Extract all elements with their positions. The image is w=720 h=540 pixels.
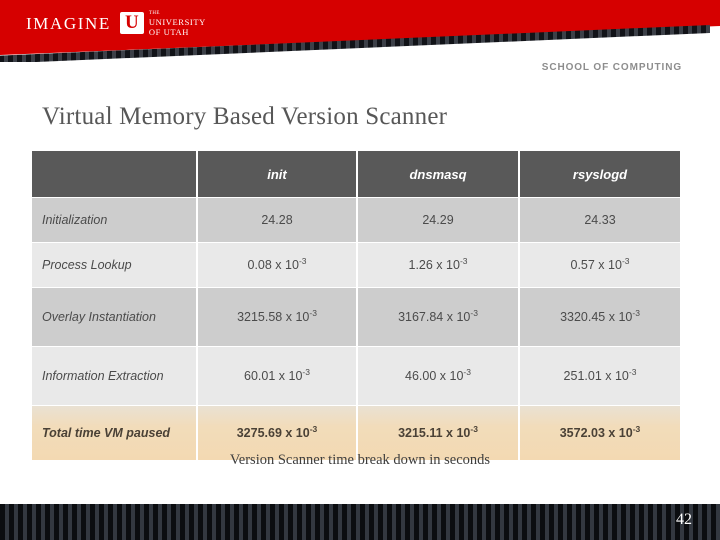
cell-exponent: -3 <box>628 366 637 377</box>
cell-initialization-dnsmasq: 24.29 <box>358 198 518 242</box>
cell-value: 3215.11 x 10 <box>398 426 471 440</box>
u-mark-letter: U <box>124 12 139 33</box>
logo-line-ofutah: OF UTAH <box>148 26 189 37</box>
cell-exponent: -3 <box>470 423 478 434</box>
table-row: Initialization 24.28 24.29 24.33 <box>32 198 680 242</box>
cell-exponent: -3 <box>309 307 317 318</box>
cell-exponent: -3 <box>298 255 307 266</box>
table-header: init dnsmasq rsyslogd <box>32 151 680 197</box>
logo-imagine-text: IMAGINE <box>26 13 111 33</box>
results-table: init dnsmasq rsyslogd Initialization 24.… <box>30 150 682 461</box>
cell-exponent: -3 <box>632 423 641 434</box>
cell-value: 24.33 <box>584 213 616 227</box>
slide-footer-bar: 42 <box>0 504 720 540</box>
table-row: Information Extraction 60.01 x 10-3 46.0… <box>32 347 680 405</box>
cell-value: 0.57 x 10 <box>570 258 622 272</box>
cell-value: 3215.58 x 10 <box>237 310 310 324</box>
row-label-initialization: Initialization <box>32 198 196 242</box>
table-header-init: init <box>198 151 356 197</box>
cell-value: 24.28 <box>261 213 293 227</box>
cell-process-lookup-init: 0.08 x 10-3 <box>198 243 356 287</box>
cell-value: 60.01 x 10 <box>244 369 303 383</box>
results-table-container: init dnsmasq rsyslogd Initialization 24.… <box>30 150 680 461</box>
cell-overlay-instantiation-dnsmasq: 3167.84 x 10-3 <box>358 288 518 346</box>
cell-overlay-instantiation-init: 3215.58 x 10-3 <box>198 288 356 346</box>
table-row: Overlay Instantiation 3215.58 x 10-3 316… <box>32 288 680 346</box>
cell-value: 3275.69 x 10 <box>236 426 310 440</box>
u-block-icon: U <box>119 12 144 34</box>
cell-value: 251.01 x 10 <box>563 369 629 383</box>
cell-value: 24.29 <box>422 213 454 227</box>
cell-value: 1.26 x 10 <box>408 258 460 272</box>
university-logo: IMAGINE U THE UNIVERSITY OF UTAH <box>26 9 206 38</box>
cell-exponent: -3 <box>470 307 478 318</box>
page-number: 42 <box>676 511 692 528</box>
table-header-dnsmasq: dnsmasq <box>358 151 518 197</box>
school-of-computing-label: SCHOOL OF COMPUTING <box>541 62 682 73</box>
cell-exponent: -3 <box>302 366 310 377</box>
cell-exponent: -3 <box>309 423 318 434</box>
logo-line-university: UNIVERSITY <box>148 17 206 28</box>
cell-value: 46.00 x 10 <box>405 369 464 383</box>
page-title: Virtual Memory Based Version Scanner <box>42 103 448 130</box>
row-label-overlay-instantiation: Overlay Instantiation <box>32 288 196 346</box>
cell-initialization-init: 24.28 <box>198 198 356 242</box>
cell-information-extraction-dnsmasq: 46.00 x 10-3 <box>358 347 518 405</box>
logo-university-text: THE UNIVERSITY OF UTAH <box>149 9 206 38</box>
table-header-rsyslogd: rsyslogd <box>520 151 680 197</box>
table-caption: Version Scanner time break down in secon… <box>229 452 491 468</box>
cell-overlay-instantiation-rsyslogd: 3320.45 x 10-3 <box>520 288 680 346</box>
cell-process-lookup-rsyslogd: 0.57 x 10-3 <box>520 243 680 287</box>
cell-exponent: -3 <box>632 307 640 318</box>
table-header-row: init dnsmasq rsyslogd <box>32 151 680 197</box>
cell-process-lookup-dnsmasq: 1.26 x 10-3 <box>358 243 518 287</box>
cell-information-extraction-init: 60.01 x 10-3 <box>198 347 356 405</box>
cell-value: 3572.03 x 10 <box>559 426 633 440</box>
cell-exponent: -3 <box>459 255 468 266</box>
cell-value: 3320.45 x 10 <box>560 310 633 324</box>
cell-information-extraction-rsyslogd: 251.01 x 10-3 <box>520 347 680 405</box>
cell-exponent: -3 <box>463 366 471 377</box>
row-label-process-lookup: Process Lookup <box>32 243 196 287</box>
cell-value: 0.08 x 10 <box>247 258 299 272</box>
table-body: Initialization 24.28 24.29 24.33 Process… <box>32 198 680 460</box>
cell-exponent: -3 <box>621 255 630 266</box>
table-header-corner <box>32 151 196 197</box>
cell-initialization-rsyslogd: 24.33 <box>520 198 680 242</box>
table-row: Process Lookup 0.08 x 10-3 1.26 x 10-3 0… <box>32 243 680 287</box>
row-label-information-extraction: Information Extraction <box>32 347 196 405</box>
cell-value: 3167.84 x 10 <box>398 310 471 324</box>
